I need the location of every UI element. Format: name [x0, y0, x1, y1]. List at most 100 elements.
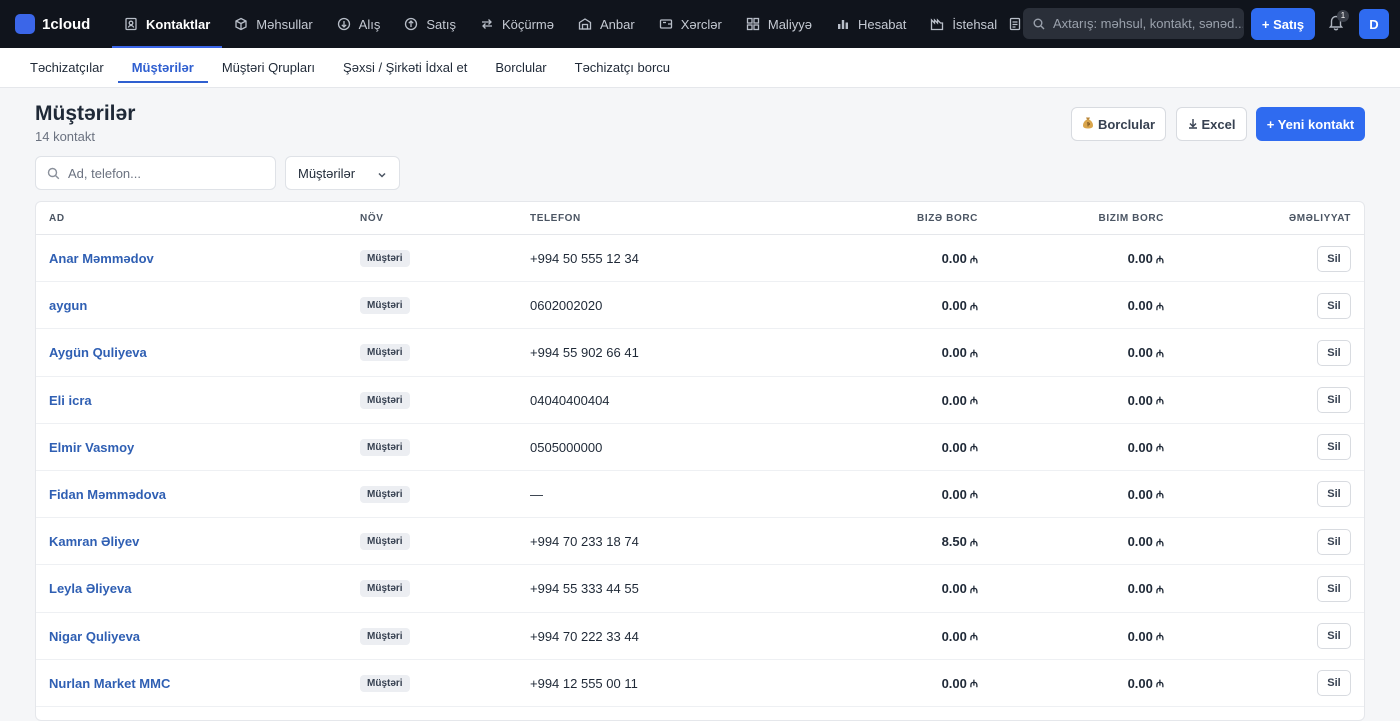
delete-button[interactable]: Sil [1317, 623, 1351, 649]
nav-item-2[interactable]: Alış [325, 0, 393, 48]
delete-button[interactable]: Sil [1317, 339, 1351, 366]
subtab-5[interactable]: Təchizatçı borcu [561, 48, 684, 87]
main-nav: Kontaktlar Məhsullar Alış Satış Köçürmə Anbar… [112, 0, 1009, 48]
arrow-up-circle-icon [404, 17, 418, 31]
table-header: Ad Növ Telefon Bizə borc Bizim borc Əməl… [36, 202, 1364, 235]
new-contact-button[interactable]: + Yeni kontakt [1256, 107, 1365, 141]
our-debt-cell: 0.00 ₼ [1016, 329, 1164, 376]
nav-item-label: İstehsal [952, 16, 998, 32]
contact-name-link[interactable]: Kamran Əliyev [49, 518, 139, 565]
our-debt-cell: 0.00 ₼ [1016, 471, 1164, 518]
contact-search[interactable] [35, 156, 276, 190]
nav-item-5[interactable]: Anbar [566, 0, 647, 48]
currency-symbol: ₼ [969, 301, 978, 313]
delete-button[interactable]: Sil [1317, 575, 1351, 602]
excel-export-button[interactable]: Excel [1176, 107, 1247, 141]
transfer-icon [480, 17, 494, 31]
contact-name-link[interactable]: Anar Məmmədov [49, 235, 154, 282]
nav-item-9[interactable]: İstehsal [918, 0, 1009, 48]
owed-to-us-cell: 0.00 ₼ [816, 565, 978, 612]
subtab-0[interactable]: Təchizatçılar [16, 48, 118, 87]
notifications-button[interactable]: 1 [1327, 10, 1349, 35]
currency-symbol: ₼ [1155, 348, 1164, 360]
contact-name-link[interactable]: Leyla Əliyeva [49, 565, 131, 612]
contact-phone: 0602002020 [530, 298, 603, 314]
nav-item-8[interactable]: Hesabat [824, 0, 918, 48]
contact-type-cell: Müştəri [360, 377, 410, 424]
delete-button[interactable]: Sil [1317, 245, 1351, 272]
subtab-4[interactable]: Borclular [481, 48, 560, 87]
contact-phone: +994 70 233 18 74 [530, 534, 639, 550]
table-row: Nigar Quliyeva Müştəri +994 70 222 33 44 0.… [36, 613, 1364, 660]
global-search-input[interactable] [1053, 16, 1243, 31]
nav-item-1[interactable]: Məhsullar [222, 0, 324, 48]
owed-to-us-cell: 0.00 ₼ [816, 424, 978, 471]
delete-button[interactable]: Sil [1317, 670, 1351, 697]
currency-symbol: ₼ [1155, 443, 1164, 455]
column-header-name[interactable]: Ad [49, 213, 65, 224]
nav-item-7[interactable]: Maliyyə [734, 0, 824, 48]
delete-button[interactable]: Sil [1317, 387, 1351, 414]
contact-type-badge: Müştəri [360, 438, 410, 456]
delete-button[interactable]: Sil [1317, 292, 1351, 319]
delete-button[interactable]: Sil [1317, 481, 1351, 508]
contact-name-link[interactable]: aygun [49, 282, 87, 329]
contact-name-link[interactable]: Nigar Quliyeva [49, 613, 140, 660]
subtab-2[interactable]: Müştəri Qrupları [208, 48, 329, 87]
our-debt-cell: 0.00 ₼ [1016, 424, 1164, 471]
contact-type-cell: Müştəri [360, 660, 410, 707]
contacts-table: Ad Növ Telefon Bizə borc Bizim borc Əməl… [35, 201, 1365, 721]
column-header-owed-to-us[interactable]: Bizə borc [816, 213, 978, 224]
contact-type-badge: Müştəri [360, 391, 410, 409]
owed-to-us-cell: 8.50 ₼ [816, 518, 978, 565]
document-icon [1008, 17, 1022, 31]
contact-type-badge: Müştəri [360, 297, 410, 315]
contact-type-select[interactable]: Müştərilər [285, 156, 400, 190]
global-search[interactable] [1023, 8, 1244, 39]
nav-item-0[interactable]: Kontaktlar [112, 0, 223, 48]
table-row: Nurlan Market MMC Müştəri +994 12 555 00 1… [36, 660, 1364, 707]
contact-type-cell: Müştəri [360, 613, 410, 660]
owed-to-us-amount: 0.00 [941, 345, 967, 361]
subtab-1[interactable]: Müştərilər [117, 48, 208, 87]
delete-button[interactable]: Sil [1317, 528, 1351, 555]
owed-to-us-cell: 0.00 ₼ [816, 282, 978, 329]
column-header-actions: Əməliyyat [1288, 213, 1351, 224]
new-sale-button[interactable]: + Satış [1251, 8, 1315, 40]
column-header-our-debt[interactable]: Bizim borc [1016, 213, 1164, 224]
table-row: aygun Müştəri 0602002020 0.00 ₼ 0.00 ₼ Sil [36, 282, 1364, 330]
nav-item-label: Məhsullar [256, 16, 313, 32]
contact-type-badge: Müştəri [360, 627, 410, 645]
user-avatar[interactable]: D [1359, 9, 1389, 39]
actions-cell: Sil [1317, 613, 1351, 660]
our-debt-amount: 0.00 [1127, 439, 1153, 455]
actions-cell: Sil [1317, 235, 1351, 282]
column-header-type[interactable]: Növ [360, 213, 383, 224]
our-debt-amount: 0.00 [1127, 581, 1153, 597]
nav-item-3[interactable]: Satış [392, 0, 468, 48]
owed-to-us-amount: 0.00 [941, 675, 967, 691]
contact-name-link[interactable]: Eli icra [49, 377, 92, 424]
debtors-button[interactable]: Borclular [1071, 107, 1166, 141]
actions-cell: Sil [1317, 471, 1351, 518]
owed-to-us-amount: 0.00 [941, 486, 967, 502]
contact-type-cell: Müştəri [360, 565, 410, 612]
delete-button[interactable]: Sil [1317, 434, 1351, 461]
app-name: 1cloud [42, 15, 91, 33]
subtab-3[interactable]: Şəxsi / Şirkəti İdxal et [329, 48, 481, 87]
contact-type-badge: Müştəri [360, 580, 410, 598]
contact-search-input[interactable] [68, 165, 258, 181]
nav-item-6[interactable]: Xərclər [647, 0, 734, 48]
table-body: Anar Məmmədov Müştəri +994 50 555 12 34 0.0… [36, 235, 1364, 707]
table-row: Fidan Məmmədova Müştəri —0.00 ₼ 0.00 ₼ Sil [36, 471, 1364, 519]
brand[interactable]: 1cloud [15, 14, 100, 34]
nav-item-label: Köçürmə [501, 16, 554, 32]
contact-phone: 04040400404 [530, 392, 610, 408]
contact-type-badge: Müştəri [360, 674, 410, 692]
contact-name-link[interactable]: Fidan Məmmədova [49, 471, 166, 518]
nav-item-4[interactable]: Köçürmə [468, 0, 566, 48]
contact-name-link[interactable]: Elmir Vasmoy [49, 424, 134, 471]
contact-name-link[interactable]: Aygün Quliyeva [49, 329, 147, 376]
contact-name-link[interactable]: Nurlan Market MMC [49, 660, 170, 707]
column-header-phone[interactable]: Telefon [530, 213, 581, 224]
